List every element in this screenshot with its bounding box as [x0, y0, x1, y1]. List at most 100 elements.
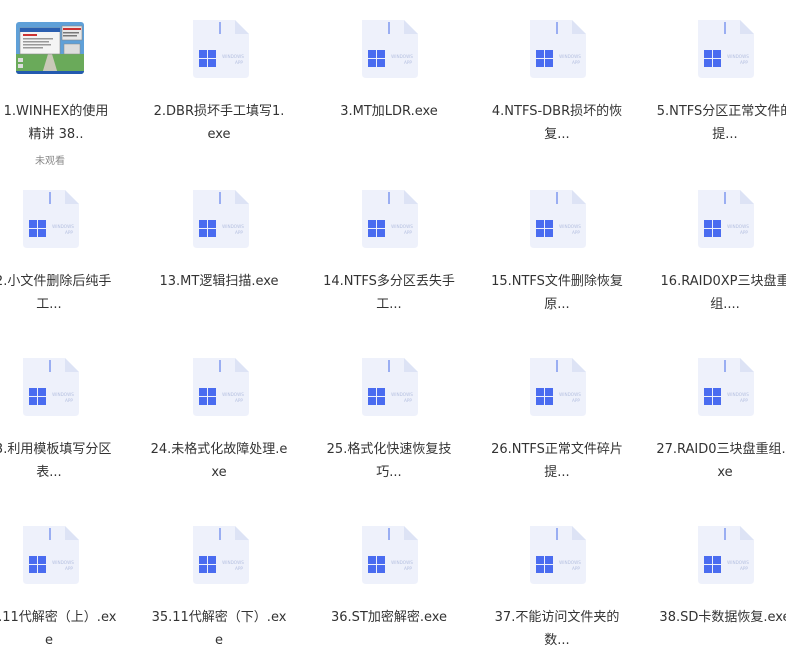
exe-file-icon: WINDOWS APP — [356, 522, 422, 588]
svg-text:APP: APP — [404, 398, 412, 403]
svg-text:APP: APP — [235, 230, 243, 235]
svg-text:APP: APP — [572, 230, 580, 235]
svg-text:WINDOWS: WINDOWS — [222, 560, 244, 565]
file-tile[interactable]: WINDOWS APP 15.NTFS文件删除恢复原... — [488, 170, 638, 330]
exe-file-icon: WINDOWS APP — [692, 354, 758, 420]
file-tile[interactable]: WINDOWS APP 2.DBR损坏手工填写1.exe — [152, 0, 302, 160]
file-name[interactable]: 36.ST加密解密.exe — [320, 606, 458, 629]
svg-text:APP: APP — [572, 566, 580, 571]
file-tile[interactable]: WINDOWS APP 14.NTFS多分区丢失手工... — [320, 170, 470, 330]
svg-text:WINDOWS: WINDOWS — [559, 54, 581, 59]
file-name[interactable]: 14.NTFS多分区丢失手工... — [320, 270, 458, 316]
exe-file-icon: WINDOWS APP — [187, 186, 253, 252]
exe-file-icon: WINDOWS APP — [524, 354, 590, 420]
svg-text:APP: APP — [235, 398, 243, 403]
exe-file-icon: WINDOWS APP — [356, 186, 422, 252]
file-name[interactable]: 38.SD卡数据恢复.exe — [656, 606, 786, 629]
svg-text:WINDOWS: WINDOWS — [727, 54, 749, 59]
svg-text:APP: APP — [65, 566, 73, 571]
svg-text:APP: APP — [404, 566, 412, 571]
svg-text:APP: APP — [65, 230, 73, 235]
exe-file-icon: WINDOWS APP — [356, 354, 422, 420]
svg-text:WINDOWS: WINDOWS — [727, 224, 749, 229]
svg-text:APP: APP — [404, 60, 412, 65]
exe-file-icon: WINDOWS APP — [17, 354, 83, 420]
file-name[interactable]: 3.MT加LDR.exe — [320, 100, 458, 123]
exe-file-icon: WINDOWS APP — [692, 186, 758, 252]
svg-text:WINDOWS: WINDOWS — [727, 392, 749, 397]
file-name[interactable]: 35.11代解密（下）.exe — [150, 606, 288, 652]
file-tile[interactable]: WINDOWS APP 27.RAID0三块盘重组.exe — [636, 338, 786, 498]
file-name[interactable]: 26.NTFS正常文件碎片提... — [488, 438, 626, 484]
svg-text:WINDOWS: WINDOWS — [52, 560, 74, 565]
svg-text:WINDOWS: WINDOWS — [222, 54, 244, 59]
file-tile[interactable]: WINDOWS APP 16.RAID0XP三块盘重组.... — [636, 170, 786, 330]
svg-text:APP: APP — [235, 566, 243, 571]
file-name[interactable]: 13.MT逻辑扫描.exe — [150, 270, 288, 293]
svg-text:WINDOWS: WINDOWS — [727, 560, 749, 565]
file-tile[interactable]: WINDOWS APP 3.MT加LDR.exe — [320, 0, 470, 160]
svg-text:APP: APP — [740, 60, 748, 65]
exe-file-icon: WINDOWS APP — [17, 186, 83, 252]
svg-text:WINDOWS: WINDOWS — [559, 560, 581, 565]
svg-text:WINDOWS: WINDOWS — [222, 392, 244, 397]
file-tile[interactable]: WINDOWS APP 34.11代解密（上）.exe — [0, 506, 150, 666]
exe-file-icon: WINDOWS APP — [187, 16, 253, 82]
exe-file-icon: WINDOWS APP — [187, 354, 253, 420]
svg-text:APP: APP — [65, 398, 73, 403]
svg-text:WINDOWS: WINDOWS — [222, 224, 244, 229]
svg-text:APP: APP — [740, 230, 748, 235]
exe-file-icon: WINDOWS APP — [692, 16, 758, 82]
file-name[interactable]: 23.利用模板填写分区表... — [0, 438, 118, 484]
file-grid: 1.WINHEX的使用精讲 38.. 未观看 WINDOWS APP 2.DBR… — [0, 0, 786, 667]
file-tile[interactable]: WINDOWS APP 38.SD卡数据恢复.exe — [636, 506, 786, 666]
video-thumbnail-image — [16, 22, 84, 74]
file-name[interactable]: 34.11代解密（上）.exe — [0, 606, 118, 652]
svg-text:WINDOWS: WINDOWS — [391, 54, 413, 59]
exe-file-icon: WINDOWS APP — [524, 522, 590, 588]
file-tile[interactable]: WINDOWS APP 4.NTFS-DBR损坏的恢复... — [488, 0, 638, 160]
file-name[interactable]: 12.小文件删除后纯手工... — [0, 270, 118, 316]
file-tile[interactable]: WINDOWS APP 26.NTFS正常文件碎片提... — [488, 338, 638, 498]
file-tile[interactable]: WINDOWS APP 23.利用模板填写分区表... — [0, 338, 150, 498]
file-tile[interactable]: WINDOWS APP 36.ST加密解密.exe — [320, 506, 470, 666]
file-name[interactable]: 5.NTFS分区正常文件的提... — [656, 100, 786, 146]
file-name[interactable]: 24.未格式化故障处理.exe — [150, 438, 288, 484]
file-name[interactable]: 25.格式化快速恢复技巧... — [320, 438, 458, 484]
exe-file-icon: WINDOWS APP — [524, 186, 590, 252]
file-name[interactable]: 2.DBR损坏手工填写1.exe — [150, 100, 288, 146]
file-tile[interactable]: WINDOWS APP 5.NTFS分区正常文件的提... — [636, 0, 786, 160]
file-tile[interactable]: WINDOWS APP 25.格式化快速恢复技巧... — [320, 338, 470, 498]
svg-text:WINDOWS: WINDOWS — [559, 224, 581, 229]
svg-text:WINDOWS: WINDOWS — [391, 224, 413, 229]
exe-file-icon: WINDOWS APP — [356, 16, 422, 82]
svg-text:WINDOWS: WINDOWS — [391, 560, 413, 565]
file-tile[interactable]: 1.WINHEX的使用精讲 38.. 未观看 — [0, 0, 150, 167]
file-tile[interactable]: WINDOWS APP 12.小文件删除后纯手工... — [0, 170, 150, 330]
file-name[interactable]: 4.NTFS-DBR损坏的恢复... — [488, 100, 626, 146]
file-name[interactable]: 16.RAID0XP三块盘重组.... — [656, 270, 786, 316]
exe-file-icon: WINDOWS APP — [524, 16, 590, 82]
svg-text:WINDOWS: WINDOWS — [391, 392, 413, 397]
exe-file-icon: WINDOWS APP — [187, 522, 253, 588]
exe-file-icon: WINDOWS APP — [17, 522, 83, 588]
svg-text:WINDOWS: WINDOWS — [52, 224, 74, 229]
file-name[interactable]: 1.WINHEX的使用精讲 38.. — [2, 100, 110, 146]
file-tile[interactable]: WINDOWS APP 24.未格式化故障处理.exe — [150, 338, 302, 498]
svg-text:APP: APP — [740, 398, 748, 403]
file-tile[interactable]: WINDOWS APP 35.11代解密（下）.exe — [152, 506, 302, 666]
file-name[interactable]: 37.不能访问文件夹的数... — [488, 606, 626, 652]
svg-text:APP: APP — [572, 60, 580, 65]
watch-status-label: 未观看 — [35, 156, 65, 167]
exe-file-icon: WINDOWS APP — [692, 522, 758, 588]
svg-text:WINDOWS: WINDOWS — [52, 392, 74, 397]
file-name[interactable]: 27.RAID0三块盘重组.exe — [656, 438, 786, 484]
svg-text:APP: APP — [404, 230, 412, 235]
file-name[interactable]: 15.NTFS文件删除恢复原... — [488, 270, 626, 316]
svg-text:APP: APP — [740, 566, 748, 571]
file-tile[interactable]: WINDOWS APP 37.不能访问文件夹的数... — [488, 506, 638, 666]
svg-text:APP: APP — [235, 60, 243, 65]
svg-text:WINDOWS: WINDOWS — [559, 392, 581, 397]
file-tile[interactable]: WINDOWS APP 13.MT逻辑扫描.exe — [152, 170, 302, 330]
svg-text:APP: APP — [572, 398, 580, 403]
